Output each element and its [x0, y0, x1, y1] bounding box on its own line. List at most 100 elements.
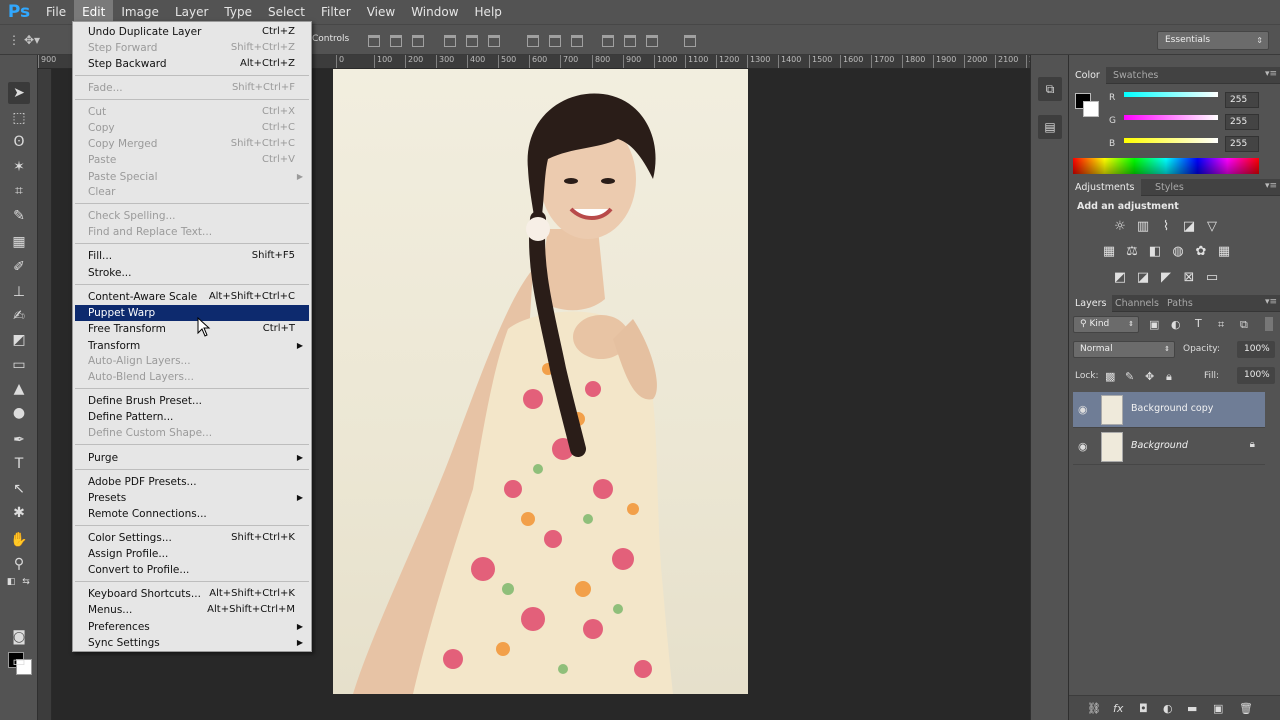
- healing-brush-tool-icon[interactable]: ▦: [8, 231, 30, 253]
- filter-pixel-icon[interactable]: ▣: [1149, 318, 1159, 331]
- menu-auto-align[interactable]: Auto-Align Layers...: [75, 353, 309, 369]
- panel-menu-icon[interactable]: ▾≡: [1265, 69, 1277, 79]
- r-value[interactable]: 255: [1225, 92, 1259, 108]
- menu-auto-blend[interactable]: Auto-Blend Layers...: [75, 369, 309, 385]
- menu-sync-settings[interactable]: Sync Settings ▶: [75, 635, 309, 651]
- visibility-eye-icon[interactable]: ◉: [1078, 403, 1088, 416]
- distribute-right-icon[interactable]: [646, 35, 658, 47]
- pen-tool-icon[interactable]: ✒: [8, 429, 30, 451]
- color-balance-icon[interactable]: ⚖: [1124, 243, 1140, 259]
- properties-panel-icon[interactable]: ▤: [1038, 115, 1062, 139]
- menu-paste-special[interactable]: Paste Special ▶: [75, 169, 309, 185]
- menu-file[interactable]: File: [38, 0, 74, 24]
- menu-menus[interactable]: Menus... Alt+Shift+Ctrl+M: [75, 602, 309, 618]
- type-tool-icon[interactable]: T: [8, 453, 30, 475]
- distribute-left-icon[interactable]: [602, 35, 614, 47]
- menu-remote-connections[interactable]: Remote Connections...: [75, 506, 309, 522]
- new-group-icon[interactable]: ▬: [1187, 702, 1197, 715]
- new-adjustment-layer-icon[interactable]: ◐: [1163, 702, 1173, 715]
- menu-free-transform[interactable]: Free Transform Ctrl+T: [75, 321, 309, 337]
- r-slider[interactable]: [1124, 92, 1218, 97]
- opacity-input[interactable]: 100%: [1237, 341, 1275, 358]
- history-brush-tool-icon[interactable]: ✍: [8, 305, 30, 327]
- menu-view[interactable]: View: [359, 0, 403, 24]
- brightness-contrast-icon[interactable]: ☼: [1112, 218, 1128, 234]
- tab-adjustments[interactable]: Adjustments: [1069, 179, 1141, 196]
- color-lookup-icon[interactable]: ▦: [1216, 243, 1232, 259]
- menu-step-backward[interactable]: Step Backward Alt+Ctrl+Z: [75, 56, 309, 72]
- distribute-top-icon[interactable]: [527, 35, 539, 47]
- lock-all-icon[interactable]: 🔒︎: [1166, 370, 1172, 384]
- lock-position-icon[interactable]: ✥: [1145, 370, 1154, 383]
- threshold-icon[interactable]: ◤: [1158, 269, 1174, 285]
- blur-tool-icon[interactable]: ▲: [8, 378, 30, 400]
- zoom-tool-icon[interactable]: ⚲: [8, 553, 30, 575]
- menu-copy[interactable]: Copy Ctrl+C: [75, 120, 309, 136]
- hand-tool-icon[interactable]: ✋: [8, 529, 30, 551]
- lock-transparent-icon[interactable]: ▩: [1105, 370, 1115, 383]
- menu-puppet-warp[interactable]: Puppet Warp: [75, 305, 309, 321]
- menu-undo[interactable]: Undo Duplicate Layer Ctrl+Z: [75, 24, 309, 40]
- menu-clear[interactable]: Clear: [75, 184, 309, 200]
- posterize-icon[interactable]: ◪: [1135, 269, 1151, 285]
- clone-stamp-tool-icon[interactable]: ⊥: [8, 281, 30, 303]
- menu-convert-profile[interactable]: Convert to Profile...: [75, 562, 309, 578]
- menu-define-pattern[interactable]: Define Pattern...: [75, 409, 309, 425]
- eyedropper-tool-icon[interactable]: ✎: [8, 205, 30, 227]
- eraser-tool-icon[interactable]: ◩: [8, 329, 30, 351]
- new-layer-icon[interactable]: ▣: [1213, 702, 1223, 715]
- path-selection-tool-icon[interactable]: ↖: [8, 478, 30, 500]
- brush-tool-icon[interactable]: ✐: [8, 256, 30, 278]
- default-colors-icon[interactable]: ◧: [4, 575, 18, 589]
- invert-icon[interactable]: ◩: [1112, 269, 1128, 285]
- menu-find-replace[interactable]: Find and Replace Text...: [75, 224, 309, 240]
- menu-help[interactable]: Help: [467, 0, 510, 24]
- filter-toggle-icon[interactable]: [1265, 317, 1273, 331]
- filter-adjustment-icon[interactable]: ◐: [1171, 318, 1181, 331]
- crop-tool-icon[interactable]: ⌗: [8, 180, 30, 202]
- tab-layers[interactable]: Layers: [1069, 295, 1113, 312]
- curves-icon[interactable]: ⌇: [1158, 218, 1174, 234]
- selective-color-icon[interactable]: ⊠: [1181, 269, 1197, 285]
- layer-row-background[interactable]: ◉ Background 🔒︎: [1073, 429, 1265, 465]
- auto-align-icon[interactable]: [684, 35, 696, 47]
- exposure-icon[interactable]: ◪: [1181, 218, 1197, 234]
- menu-filter[interactable]: Filter: [313, 0, 359, 24]
- menu-paste[interactable]: Paste Ctrl+V: [75, 152, 309, 168]
- menu-color-settings[interactable]: Color Settings... Shift+Ctrl+K: [75, 530, 309, 546]
- menu-stroke[interactable]: Stroke...: [75, 265, 309, 281]
- show-transform-controls-label[interactable]: Controls: [312, 34, 349, 44]
- distribute-vcenter-icon[interactable]: [549, 35, 561, 47]
- tab-swatches[interactable]: Swatches: [1107, 67, 1164, 84]
- menu-fill[interactable]: Fill... Shift+F5: [75, 248, 309, 264]
- align-left-icon[interactable]: [444, 35, 456, 47]
- menu-step-forward[interactable]: Step Forward Shift+Ctrl+Z: [75, 40, 309, 56]
- black-white-icon[interactable]: ◧: [1147, 243, 1163, 259]
- visibility-eye-icon[interactable]: ◉: [1078, 440, 1088, 453]
- menu-check-spelling[interactable]: Check Spelling...: [75, 208, 309, 224]
- layer-style-icon[interactable]: fx: [1113, 702, 1123, 715]
- align-bottom-icon[interactable]: [412, 35, 424, 47]
- layer-filter-select[interactable]: ⚲ Kind ⇕: [1073, 316, 1139, 333]
- lock-image-icon[interactable]: ✎: [1125, 370, 1134, 383]
- swap-colors-icon[interactable]: ⇆: [19, 575, 33, 589]
- distribute-hcenter-icon[interactable]: [624, 35, 636, 47]
- gradient-tool-icon[interactable]: ▭: [8, 354, 30, 376]
- quick-mask-icon[interactable]: ◙: [8, 626, 30, 648]
- tab-styles[interactable]: Styles: [1149, 179, 1190, 196]
- move-tool-icon[interactable]: ➤: [8, 82, 30, 104]
- lasso-tool-icon[interactable]: ʘ: [8, 131, 30, 153]
- magic-wand-tool-icon[interactable]: ✶: [8, 156, 30, 178]
- menu-purge[interactable]: Purge ▶: [75, 450, 309, 466]
- color-spectrum-bar[interactable]: [1073, 158, 1259, 174]
- gradient-map-icon[interactable]: ▭: [1204, 269, 1220, 285]
- link-layers-icon[interactable]: ⛓: [1087, 702, 1101, 715]
- marquee-tool-icon[interactable]: ⬚: [8, 107, 30, 129]
- menu-fade[interactable]: Fade... Shift+Ctrl+F: [75, 80, 309, 96]
- menu-define-custom-shape[interactable]: Define Custom Shape...: [75, 425, 309, 441]
- menu-pdf-presets[interactable]: Adobe PDF Presets...: [75, 474, 309, 490]
- filter-shape-icon[interactable]: ⌗: [1218, 318, 1224, 332]
- dodge-tool-icon[interactable]: ●: [8, 402, 30, 424]
- color-bg-swatch[interactable]: [1083, 101, 1099, 117]
- layer-name[interactable]: Background: [1131, 440, 1188, 451]
